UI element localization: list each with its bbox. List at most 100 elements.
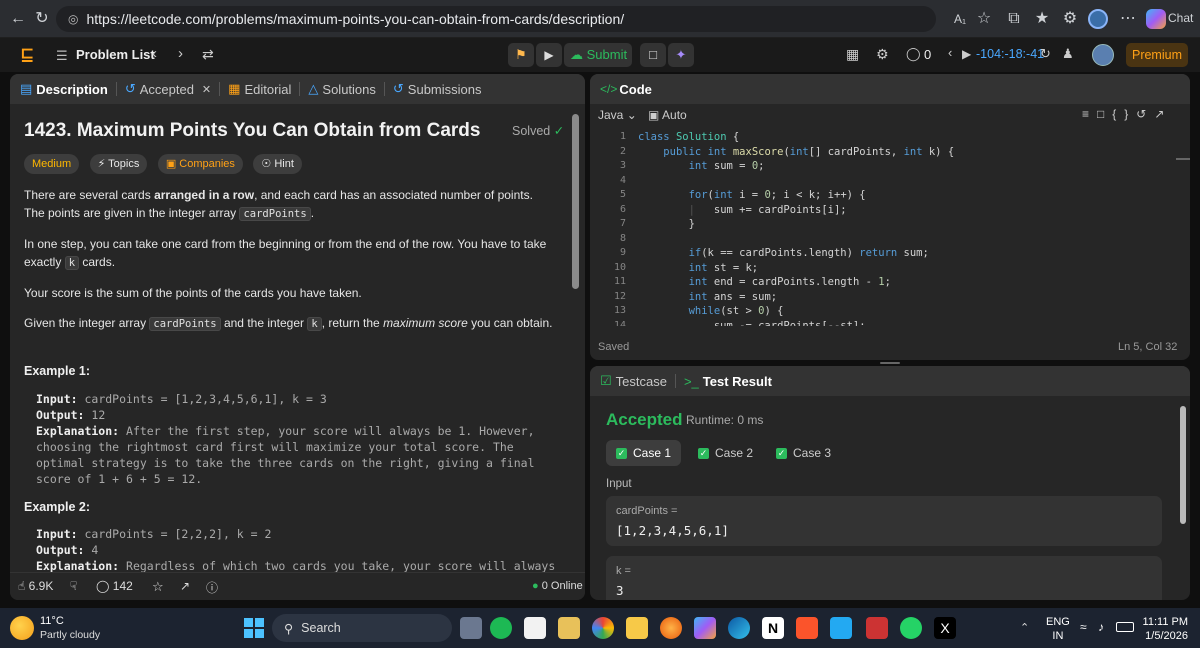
bookmark-icon[interactable]: □ — [1097, 107, 1112, 121]
like-button[interactable]: ☝ 6.9K — [18, 579, 53, 593]
site-info-icon[interactable]: ◎ — [68, 12, 78, 26]
expand-icon[interactable]: ↗ — [1154, 107, 1172, 121]
ai-sparkle-icon[interactable]: ✦ — [668, 43, 694, 67]
address-bar[interactable]: ◎ https://leetcode.com/problems/maximum-… — [56, 6, 936, 32]
back-icon[interactable]: ← — [8, 9, 28, 29]
vscode-icon[interactable] — [830, 617, 852, 639]
spotify-icon[interactable] — [490, 617, 512, 639]
more-menu-icon[interactable]: ⋯ — [1118, 9, 1138, 29]
settings-gear-icon[interactable]: ⚙ — [876, 46, 889, 63]
timer-reset-icon[interactable]: ↻ — [1040, 46, 1051, 62]
editor-tools: ≡□{}↺↗ — [1082, 107, 1172, 121]
problem-list-link[interactable]: Problem List — [76, 47, 155, 62]
accepted-history-icon: ↺ — [124, 81, 136, 96]
leetcode-logo-icon[interactable]: ⊑ — [20, 46, 38, 64]
temperature[interactable]: 11°C — [40, 615, 64, 627]
extensions-icon[interactable]: ⧉ — [1004, 9, 1024, 29]
store-icon[interactable] — [524, 617, 546, 639]
app-with-badge-icon[interactable] — [866, 617, 888, 639]
timer-play-icon[interactable]: ▶ — [962, 47, 971, 61]
var-2-value: 3 — [616, 583, 624, 598]
task-view-icon[interactable] — [460, 617, 482, 639]
read-aloud-icon[interactable]: A₁ — [950, 9, 970, 29]
braces-icon[interactable]: {} — [1112, 107, 1136, 121]
copilot-app-icon[interactable] — [694, 617, 716, 639]
submit-button[interactable]: ☁ Submit — [564, 43, 632, 67]
profile-avatar[interactable] — [1088, 9, 1108, 29]
tab-testcase[interactable]: Testcase — [616, 374, 667, 389]
topics-tag[interactable]: ⚡ Topics — [89, 154, 148, 174]
tab-test-result[interactable]: Test Result — [703, 374, 772, 389]
code-text[interactable]: class Solution { public int maxScore(int… — [638, 130, 1176, 326]
close-tab-icon[interactable]: ✕ — [202, 83, 211, 96]
copilot-icon[interactable] — [1146, 9, 1166, 29]
weather-icon[interactable] — [10, 616, 34, 640]
layout-grid-icon[interactable]: ▦ — [846, 46, 859, 63]
favorites-icon[interactable]: ★ — [1032, 9, 1052, 29]
language-select[interactable]: Java ⌄ — [598, 108, 637, 122]
likes-count: 6.9K — [28, 579, 54, 593]
share-icon[interactable]: ↗ — [180, 579, 190, 593]
taskbar-search[interactable]: ⚲ Search — [272, 614, 452, 642]
volume-icon[interactable]: ♪ — [1098, 620, 1104, 634]
format-icon[interactable]: ≡ — [1082, 107, 1097, 121]
hint-tag[interactable]: ☉ Hint — [253, 154, 302, 174]
star-icon[interactable]: ☆ — [152, 579, 164, 595]
tab-submissions[interactable]: Submissions — [408, 82, 482, 97]
help-icon[interactable]: ⓘ — [206, 579, 218, 596]
example-1-explanation: Explanation: After the first step, your … — [36, 424, 535, 486]
windows-start-icon[interactable] — [244, 618, 264, 638]
case-3-tab[interactable]: ✓ Case 3 — [766, 440, 841, 466]
test-panel-scrollbar[interactable] — [1180, 406, 1186, 524]
notes-icon[interactable]: □ — [640, 43, 666, 67]
input-language[interactable]: ENG IN — [1046, 615, 1070, 643]
panel-resize-handle[interactable] — [880, 362, 900, 364]
timer-display[interactable]: -104:-18:-41 — [976, 47, 1044, 61]
tab-editorial[interactable]: Editorial — [244, 82, 291, 97]
reload-icon[interactable]: ↻ — [32, 9, 52, 29]
description-tabs: ▤ Description ↺ Accepted ✕ ▦ Editorial △… — [10, 74, 585, 104]
battery-icon[interactable] — [1116, 622, 1134, 632]
companies-tag[interactable]: ▣ Companies — [157, 154, 243, 174]
x-app-icon[interactable]: X — [934, 617, 956, 639]
debug-icon[interactable]: ⚑ — [508, 43, 534, 67]
tab-description[interactable]: Description — [36, 82, 108, 97]
minimap-marker — [1176, 158, 1190, 160]
timer-prev-icon[interactable]: ‹ — [948, 45, 952, 60]
tab-solutions[interactable]: Solutions — [322, 82, 375, 97]
copilot-chat-label[interactable]: Chat — [1168, 11, 1193, 25]
system-clock[interactable]: 11:11 PM 1/5/2026 — [1142, 615, 1188, 643]
case-2-tab[interactable]: ✓ Case 2 — [688, 440, 763, 466]
code-editor[interactable]: 1 2 3 4 5 6 7 8 9 10 11 12 13 14 class Solution { pub… — [596, 130, 1176, 326]
edge-icon[interactable] — [728, 617, 750, 639]
reset-icon[interactable]: ↺ — [1136, 107, 1154, 121]
shuffle-icon[interactable]: ⇄ — [202, 46, 214, 63]
prev-problem-icon[interactable]: ‹ — [152, 45, 157, 62]
tray-chevron-up-icon[interactable]: ⌃ — [1020, 621, 1029, 634]
description-scrollbar[interactable] — [572, 114, 579, 289]
check-icon: ✓ — [616, 447, 627, 459]
chrome-icon[interactable] — [592, 617, 614, 639]
collections-icon[interactable]: ⚙ — [1060, 9, 1080, 29]
notion-icon[interactable]: N — [762, 617, 784, 639]
premium-button[interactable]: Premium — [1126, 43, 1188, 67]
brave-icon[interactable] — [796, 617, 818, 639]
auto-mode-toggle[interactable]: ▣ Auto — [648, 108, 687, 122]
file-explorer-icon[interactable] — [626, 617, 648, 639]
run-button[interactable]: ▶ — [536, 43, 562, 67]
next-problem-icon[interactable]: › — [178, 45, 183, 62]
wifi-icon[interactable]: ≈ — [1080, 620, 1087, 634]
add-friend-icon[interactable]: ♟ — [1062, 46, 1074, 62]
favorite-star-icon[interactable]: ☆ — [974, 9, 994, 29]
whatsapp-icon[interactable] — [900, 617, 922, 639]
user-avatar[interactable] — [1092, 44, 1114, 66]
problem-title[interactable]: 1423. Maximum Points You Can Obtain from… — [24, 120, 480, 142]
tab-accepted[interactable]: Accepted — [140, 82, 194, 97]
windows-taskbar: 11°C Partly cloudy ⚲ Search N X ⌃ ENG IN… — [0, 608, 1200, 648]
firefox-icon[interactable] — [660, 617, 682, 639]
notes-app-icon[interactable] — [558, 617, 580, 639]
weather-text[interactable]: Partly cloudy — [40, 629, 100, 641]
dislike-icon[interactable]: ☟ — [70, 579, 77, 593]
comments-button[interactable]: ◯ 142 — [96, 579, 133, 593]
case-1-tab[interactable]: ✓ Case 1 — [606, 440, 682, 466]
